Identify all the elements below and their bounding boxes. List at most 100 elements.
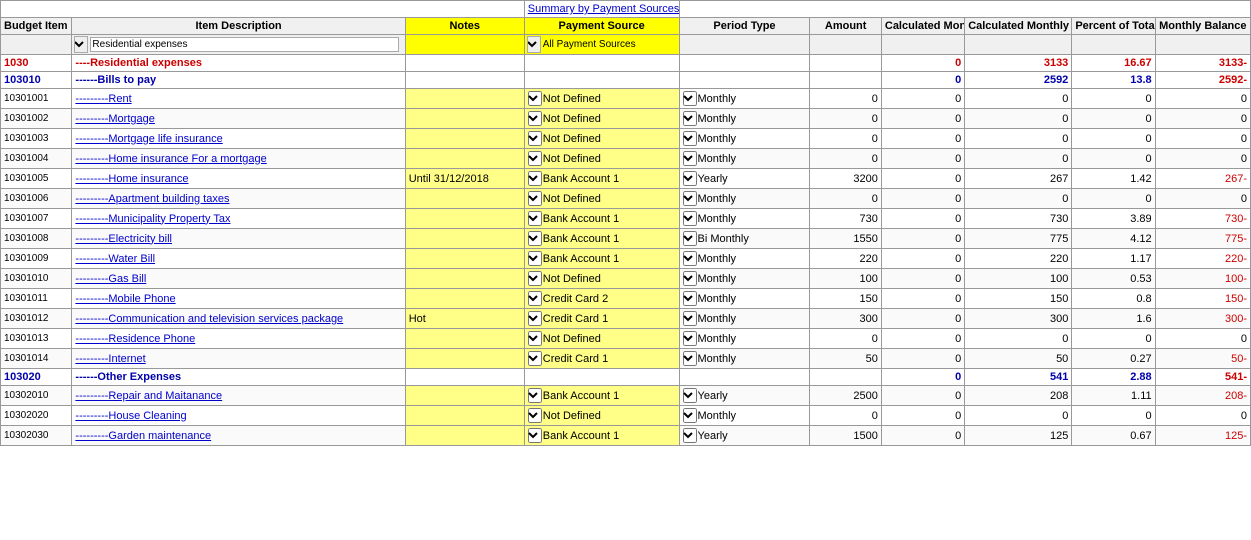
payment-dropdown[interactable]: ▼ <box>528 331 542 346</box>
row-payment[interactable]: ▼ Not Defined <box>524 129 679 149</box>
period-dropdown[interactable]: ▼ <box>683 408 697 423</box>
row-desc[interactable]: ---------Municipality Property Tax <box>72 209 405 229</box>
payment-dropdown[interactable]: ▼ <box>528 171 542 186</box>
row-period[interactable]: ▼ Monthly <box>679 329 810 349</box>
row-payment[interactable]: ▼ Not Defined <box>524 149 679 169</box>
row-payment[interactable]: ▼ Credit Card 1 <box>524 309 679 329</box>
row-payment[interactable]: ▼ Bank Account 1 <box>524 209 679 229</box>
payment-dropdown[interactable]: ▼ <box>528 151 542 166</box>
payment-dropdown[interactable]: ▼ <box>528 311 542 326</box>
row-desc[interactable]: ---------Apartment building taxes <box>72 189 405 209</box>
period-dropdown[interactable]: ▼ <box>683 171 697 186</box>
row-desc[interactable]: ---------Gas Bill <box>72 269 405 289</box>
row-monthly-balance: 0 <box>1155 129 1250 149</box>
row-desc[interactable]: ---------Electricity bill <box>72 229 405 249</box>
period-dropdown[interactable]: ▼ <box>683 388 697 403</box>
row-desc[interactable]: ---------Garden maintenance <box>72 426 405 446</box>
payment-filter-cell[interactable]: ▼ All Payment Sources <box>524 35 679 55</box>
calc-monthly-header: Calculated Monthly Income <box>881 18 964 35</box>
row-period[interactable]: ▼ Yearly <box>679 426 810 446</box>
row-payment[interactable]: ▼ Credit Card 1 <box>524 349 679 369</box>
row-desc[interactable]: ---------Home insurance <box>72 169 405 189</box>
row-desc[interactable]: ---------Water Bill <box>72 249 405 269</box>
row-period[interactable]: ▼ Monthly <box>679 289 810 309</box>
row-desc[interactable]: ---------Mortgage <box>72 109 405 129</box>
row-period[interactable]: ▼ Monthly <box>679 209 810 229</box>
payment-dropdown[interactable]: ▼ <box>528 111 542 126</box>
payment-dropdown[interactable]: ▼ <box>528 351 542 366</box>
row-desc[interactable]: ---------Rent <box>72 89 405 109</box>
row-calc-monthly: 0 <box>881 189 964 209</box>
row-period[interactable]: ▼ Monthly <box>679 309 810 329</box>
desc-filter-dropdown[interactable]: ▼ <box>74 36 88 53</box>
period-dropdown[interactable]: ▼ <box>683 271 697 286</box>
row-period[interactable]: ▼ Monthly <box>679 189 810 209</box>
period-value: Monthly <box>698 153 737 165</box>
row-payment[interactable]: ▼ Credit Card 2 <box>524 289 679 309</box>
row-desc[interactable]: ---------Mobile Phone <box>72 289 405 309</box>
row-desc[interactable]: ---------Internet <box>72 349 405 369</box>
row-desc[interactable]: ---------Mortgage life insurance <box>72 129 405 149</box>
row-payment[interactable]: ▼ Not Defined <box>524 109 679 129</box>
row-period[interactable]: ▼ Monthly <box>679 149 810 169</box>
row-period[interactable]: ▼ Monthly <box>679 349 810 369</box>
payment-dropdown[interactable]: ▼ <box>528 291 542 306</box>
period-dropdown[interactable]: ▼ <box>683 191 697 206</box>
row-period[interactable]: ▼ Monthly <box>679 269 810 289</box>
row-desc[interactable]: ---------Communication and television se… <box>72 309 405 329</box>
period-dropdown[interactable]: ▼ <box>683 111 697 126</box>
period-dropdown[interactable]: ▼ <box>683 428 697 443</box>
row-payment[interactable]: ▼ Not Defined <box>524 89 679 109</box>
row-payment[interactable]: ▼ Bank Account 1 <box>524 169 679 189</box>
period-value: Monthly <box>698 293 737 305</box>
percent-header: Percent of Total Expenses <box>1072 18 1155 35</box>
period-filter-cell <box>679 35 810 55</box>
payment-dropdown[interactable]: ▼ <box>528 388 542 403</box>
row-period[interactable]: ▼ Monthly <box>679 89 810 109</box>
payment-filter-dropdown[interactable]: ▼ <box>527 36 541 53</box>
monthly-balance-filter-cell <box>1155 35 1250 55</box>
payment-dropdown[interactable]: ▼ <box>528 408 542 423</box>
summary-link[interactable]: Summary by Payment Sources <box>528 3 679 15</box>
period-dropdown[interactable]: ▼ <box>683 251 697 266</box>
desc-filter-cell[interactable]: ▼ <box>72 35 405 55</box>
row-payment[interactable]: ▼ Not Defined <box>524 329 679 349</box>
period-dropdown[interactable]: ▼ <box>683 231 697 246</box>
payment-dropdown[interactable]: ▼ <box>528 428 542 443</box>
period-dropdown[interactable]: ▼ <box>683 351 697 366</box>
period-dropdown[interactable]: ▼ <box>683 151 697 166</box>
payment-dropdown[interactable]: ▼ <box>528 211 542 226</box>
row-period[interactable]: ▼ Bi Monthly <box>679 229 810 249</box>
payment-dropdown[interactable]: ▼ <box>528 231 542 246</box>
payment-dropdown[interactable]: ▼ <box>528 191 542 206</box>
period-dropdown[interactable]: ▼ <box>683 331 697 346</box>
payment-dropdown[interactable]: ▼ <box>528 91 542 106</box>
period-dropdown[interactable]: ▼ <box>683 91 697 106</box>
row-period[interactable]: ▼ Monthly <box>679 249 810 269</box>
row-desc[interactable]: ---------Home insurance For a mortgage <box>72 149 405 169</box>
period-dropdown[interactable]: ▼ <box>683 211 697 226</box>
period-dropdown[interactable]: ▼ <box>683 311 697 326</box>
period-dropdown[interactable]: ▼ <box>683 291 697 306</box>
payment-dropdown[interactable]: ▼ <box>528 131 542 146</box>
row-payment[interactable]: ▼ Not Defined <box>524 269 679 289</box>
row-period[interactable]: ▼ Monthly <box>679 129 810 149</box>
payment-dropdown[interactable]: ▼ <box>528 251 542 266</box>
row-payment[interactable]: ▼ Not Defined <box>524 406 679 426</box>
row-period[interactable]: ▼ Monthly <box>679 406 810 426</box>
row-desc[interactable]: ---------Repair and Maitanance <box>72 386 405 406</box>
row-period[interactable]: ▼ Yearly <box>679 169 810 189</box>
row-payment[interactable]: ▼ Bank Account 1 <box>524 386 679 406</box>
row-period[interactable]: ▼ Monthly <box>679 109 810 129</box>
row-payment[interactable]: ▼ Not Defined <box>524 189 679 209</box>
payment-dropdown[interactable]: ▼ <box>528 271 542 286</box>
row-desc[interactable]: ---------House Cleaning <box>72 406 405 426</box>
row-period[interactable]: ▼ Yearly <box>679 386 810 406</box>
row-monthly-balance: 775- <box>1155 229 1250 249</box>
row-payment[interactable]: ▼ Bank Account 1 <box>524 426 679 446</box>
desc-filter-input[interactable] <box>90 37 398 52</box>
row-payment[interactable]: ▼ Bank Account 1 <box>524 229 679 249</box>
period-dropdown[interactable]: ▼ <box>683 131 697 146</box>
row-desc[interactable]: ---------Residence Phone <box>72 329 405 349</box>
row-payment[interactable]: ▼ Bank Account 1 <box>524 249 679 269</box>
